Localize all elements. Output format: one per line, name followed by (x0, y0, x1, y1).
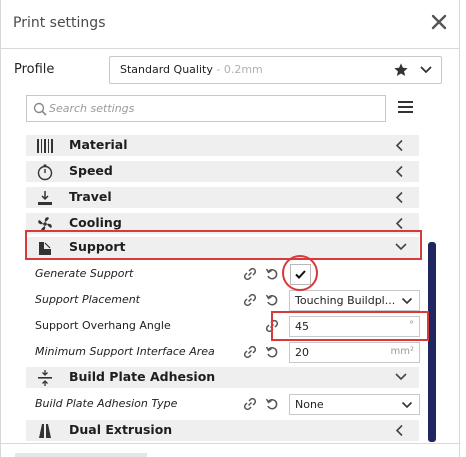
material-icon (37, 139, 53, 153)
category-support[interactable]: Support (26, 237, 419, 258)
support-icon (39, 242, 51, 255)
divider (1, 443, 459, 444)
category-label: Cooling (69, 215, 122, 230)
dropdown-value: Touching Buildpl... (295, 294, 396, 307)
search-input[interactable]: Search settings (26, 95, 386, 122)
link-icon[interactable] (243, 267, 257, 281)
setting-support-placement: Support Placement Touching Buildpl... (26, 288, 421, 312)
setting-generate-support: Generate Support (26, 262, 421, 286)
chevron-left-icon (395, 139, 403, 152)
setting-label: Support Placement (35, 293, 140, 306)
speed-icon (37, 164, 53, 181)
profile-selector[interactable]: Standard Quality - 0.2mm (109, 56, 442, 84)
dual-extrusion-icon (39, 424, 51, 438)
dropdown-value: None (295, 398, 324, 411)
print-settings-panel: Print settings Profile Standard Quality … (0, 0, 466, 457)
chevron-left-icon (395, 191, 403, 204)
star-icon[interactable] (393, 62, 409, 78)
window-title: Print settings (13, 15, 106, 31)
setting-label: Support Overhang Angle (35, 319, 171, 332)
setting-label: Minimum Support Interface Area (35, 345, 215, 358)
settings-list: Material Speed Travel Cooling Support Ge… (26, 135, 421, 445)
chevron-down-icon (395, 373, 407, 381)
scrollbar[interactable] (428, 242, 436, 442)
setting-label: Build Plate Adhesion Type (35, 397, 178, 410)
profile-name: Standard Quality (120, 63, 213, 76)
adhesion-type-dropdown[interactable]: None (289, 394, 420, 415)
close-icon[interactable] (429, 12, 449, 32)
input-value: 45 (295, 320, 309, 333)
generate-support-checkbox[interactable] (290, 264, 311, 285)
reset-icon[interactable] (265, 397, 279, 411)
category-label: Material (69, 137, 128, 152)
setting-adhesion-type: Build Plate Adhesion Type None (26, 392, 421, 416)
chevron-down-icon (401, 297, 413, 305)
setting-overhang-angle: Support Overhang Angle 45 ° (26, 314, 421, 338)
chevron-left-icon (395, 424, 403, 437)
search-icon (33, 102, 47, 116)
interface-area-input[interactable]: 20 mm² (289, 342, 420, 363)
settings-menu-icon[interactable] (398, 101, 413, 113)
fan-icon (38, 217, 52, 231)
category-cooling[interactable]: Cooling (26, 213, 419, 234)
category-label: Speed (69, 163, 113, 178)
setting-label: Generate Support (35, 267, 134, 280)
overhang-angle-input[interactable]: 45 ° (289, 316, 420, 337)
profile-label: Profile (14, 62, 55, 77)
input-unit: ° (409, 320, 414, 331)
link-icon[interactable] (243, 293, 257, 307)
check-icon (295, 270, 306, 279)
chevron-down-icon[interactable] (419, 64, 433, 76)
reset-icon[interactable] (265, 345, 279, 359)
chevron-left-icon (395, 165, 403, 178)
input-unit: mm² (390, 346, 415, 357)
link-icon[interactable] (243, 397, 257, 411)
category-label: Travel (69, 189, 112, 204)
reset-icon[interactable] (265, 267, 279, 281)
category-dual-extrusion[interactable]: Dual Extrusion (26, 420, 419, 441)
profile-value: Standard Quality - 0.2mm (120, 63, 263, 76)
chevron-down-icon (401, 401, 413, 409)
category-travel[interactable]: Travel (26, 187, 419, 208)
category-build-plate-adhesion[interactable]: Build Plate Adhesion (26, 367, 419, 388)
reset-icon[interactable] (265, 293, 279, 307)
setting-interface-area: Minimum Support Interface Area 20 mm² (26, 340, 421, 364)
profile-detail: - 0.2mm (212, 63, 263, 76)
category-label: Support (69, 239, 126, 254)
travel-icon (38, 191, 52, 205)
chevron-down-icon (395, 243, 407, 251)
category-speed[interactable]: Speed (26, 161, 419, 182)
chevron-left-icon (395, 217, 403, 230)
support-placement-dropdown[interactable]: Touching Buildpl... (289, 290, 420, 311)
bottom-handle (15, 453, 147, 457)
category-label: Build Plate Adhesion (69, 369, 216, 384)
adhesion-icon (38, 370, 52, 386)
category-label: Dual Extrusion (69, 422, 173, 437)
link-icon[interactable] (243, 345, 257, 359)
panel-edge (459, 0, 460, 457)
category-material[interactable]: Material (26, 135, 419, 156)
search-placeholder: Search settings (49, 102, 135, 115)
link-icon[interactable] (265, 319, 279, 333)
title-bar: Print settings (1, 0, 459, 49)
input-value: 20 (295, 346, 309, 359)
